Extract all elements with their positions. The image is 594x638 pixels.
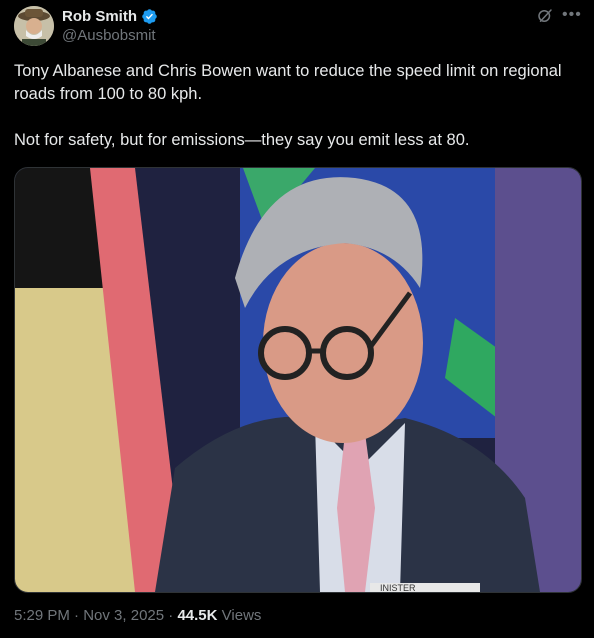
- photo-illustration: INISTER: [15, 168, 581, 592]
- avatar[interactable]: [14, 6, 54, 46]
- tweet-date[interactable]: Nov 3, 2025: [83, 607, 164, 624]
- author-name-row[interactable]: Rob Smith: [62, 8, 158, 25]
- more-icon[interactable]: •••: [562, 6, 582, 24]
- grok-icon[interactable]: [536, 7, 554, 25]
- views-count: 44.5K: [177, 607, 218, 624]
- meta-separator: ·: [168, 607, 174, 624]
- tweet-time[interactable]: 5:29 PM: [14, 607, 70, 624]
- tweet-text: Tony Albanese and Chris Bowen want to re…: [14, 62, 562, 149]
- views-label: Views: [221, 607, 262, 624]
- photo-caption-fragment: INISTER: [380, 583, 416, 592]
- author-handle[interactable]: @Ausbobsmit: [62, 27, 156, 44]
- verified-badge-icon: [141, 8, 158, 25]
- tweet-meta: 5:29 PM · Nov 3, 2025 · 44.5K Views: [14, 607, 261, 624]
- meta-separator: ·: [74, 607, 80, 624]
- tweet-photo[interactable]: INISTER: [14, 167, 582, 593]
- author-name[interactable]: Rob Smith: [62, 8, 137, 25]
